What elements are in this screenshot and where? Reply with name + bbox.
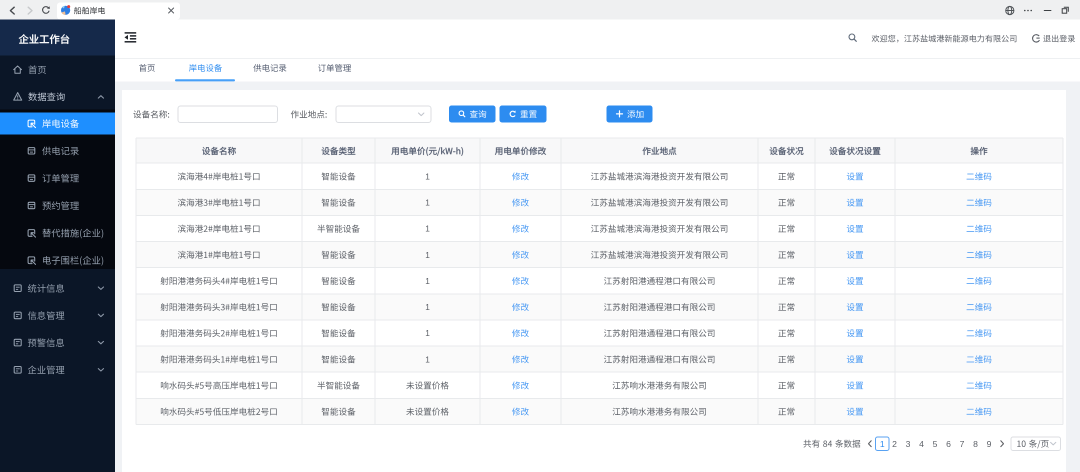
svg-text:8: 8 (973, 439, 978, 449)
svg-text:1: 1 (425, 224, 430, 234)
svg-text:1: 1 (425, 354, 430, 364)
svg-text:2: 2 (892, 439, 897, 449)
svg-text:1: 1 (425, 250, 430, 260)
svg-text:1: 1 (425, 302, 430, 312)
svg-text:1: 1 (425, 171, 430, 181)
svg-text:9: 9 (987, 439, 992, 449)
svg-text:5: 5 (933, 439, 938, 449)
svg-text:1: 1 (425, 328, 430, 338)
svg-text:6: 6 (946, 439, 951, 449)
svg-text:7: 7 (960, 439, 965, 449)
svg-text:3: 3 (906, 439, 911, 449)
svg-text:4: 4 (919, 439, 924, 449)
svg-text:1: 1 (425, 198, 430, 208)
svg-text:1: 1 (880, 439, 885, 449)
svg-text:1: 1 (425, 276, 430, 286)
